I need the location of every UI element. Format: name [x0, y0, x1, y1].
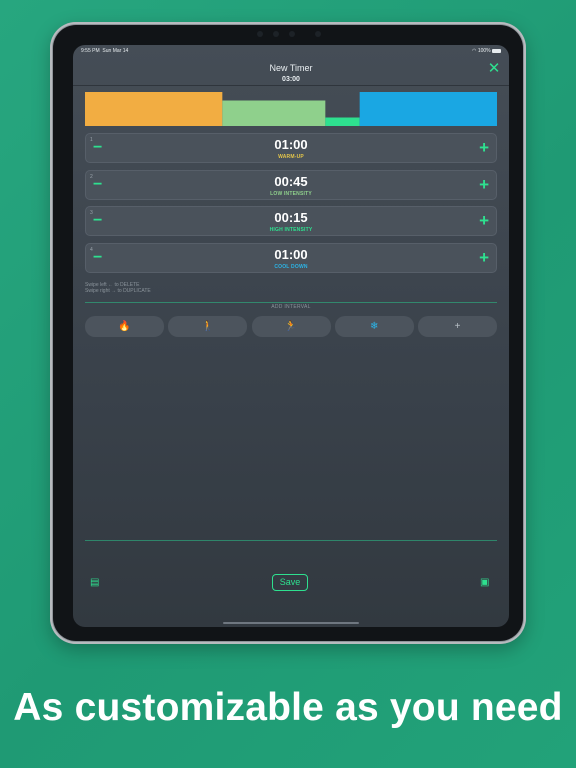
- add-fire-button[interactable]: 🔥: [85, 316, 164, 337]
- sensor-dot: [273, 31, 279, 37]
- page-title: New Timer: [269, 63, 313, 73]
- header-divider: [73, 85, 509, 86]
- add-interval-label: ADD INTERVAL: [271, 304, 311, 310]
- interval-time: 01:00: [274, 137, 308, 152]
- status-date: Sun Mar 14: [102, 48, 129, 54]
- add-walk-button[interactable]: 🚶: [168, 316, 248, 337]
- interval-label: WARM-UP: [278, 154, 304, 160]
- interval-type-buttons: 🔥 🚶 🏃 ❄ +: [85, 316, 497, 337]
- status-time-date: 9:55 PM Sun Mar 14: [81, 48, 128, 54]
- chart-bar-3: [325, 117, 360, 126]
- wifi-icon: ◠: [472, 48, 477, 54]
- camera-icon: [315, 31, 321, 37]
- snowflake-icon: ❄: [370, 321, 379, 332]
- status-right: ◠ 100%: [472, 48, 501, 54]
- interval-chart: [85, 92, 497, 126]
- run-icon: 🏃: [284, 321, 298, 332]
- battery-percent: 100%: [477, 48, 491, 54]
- increase-button[interactable]: +: [479, 249, 489, 266]
- add-run-button[interactable]: 🏃: [251, 316, 331, 337]
- status-bar: 9:55 PM Sun Mar 14 ◠ 100%: [81, 48, 501, 58]
- increase-button[interactable]: +: [479, 176, 489, 193]
- hint-duplicate: Swipe right → to DUPLICATE: [85, 288, 151, 294]
- close-icon[interactable]: ✕: [487, 61, 501, 76]
- tablet-device: 9:55 PM Sun Mar 14 ◠ 100% New Timer 03:0…: [50, 22, 526, 644]
- chart-bar-4: [359, 92, 497, 126]
- interval-row[interactable]: 3−00:15 HIGH INTENSITY +: [85, 206, 497, 236]
- sensor-dot: [257, 31, 263, 37]
- interval-row[interactable]: 4−01:00 COOL DOWN +: [85, 243, 497, 273]
- fire-icon: 🔥: [118, 321, 131, 332]
- plus-icon: +: [454, 321, 461, 332]
- device-bezel: 9:55 PM Sun Mar 14 ◠ 100% New Timer 03:0…: [53, 25, 523, 641]
- status-time: 9:55 PM: [81, 48, 100, 54]
- interval-time: 01:00: [274, 247, 308, 262]
- walk-icon: 🚶: [201, 321, 214, 332]
- add-plus-button[interactable]: +: [418, 316, 497, 337]
- chart-bar-2: [222, 100, 326, 126]
- interval-row[interactable]: 2−00:45 LOW INTENSITY +: [85, 170, 497, 200]
- add-interval-divider: [85, 302, 497, 303]
- tagline: As customizable as you need: [13, 686, 563, 729]
- chart-bar-1: [85, 92, 223, 126]
- home-indicator: [223, 622, 359, 624]
- book-icon[interactable]: ▤: [90, 578, 102, 588]
- stack-icon[interactable]: ▣: [480, 578, 492, 588]
- total-duration: 03:00: [282, 76, 300, 83]
- battery-icon: [492, 48, 501, 53]
- interval-time: 00:45: [274, 174, 308, 189]
- app-screen: 9:55 PM Sun Mar 14 ◠ 100% New Timer 03:0…: [73, 45, 509, 627]
- increase-button[interactable]: +: [479, 212, 489, 229]
- save-button[interactable]: Save: [272, 574, 308, 591]
- increase-button[interactable]: +: [479, 139, 489, 156]
- camera-icon: [289, 31, 295, 37]
- interval-label: LOW INTENSITY: [270, 191, 312, 197]
- interval-label: HIGH INTENSITY: [269, 227, 313, 233]
- interval-row[interactable]: 1−01:00 WARM-UP +: [85, 133, 497, 163]
- add-snowflake-button[interactable]: ❄: [334, 316, 414, 337]
- bottom-divider: [85, 540, 497, 541]
- interval-time: 00:15: [274, 210, 308, 225]
- interval-label: COOL DOWN: [274, 264, 308, 270]
